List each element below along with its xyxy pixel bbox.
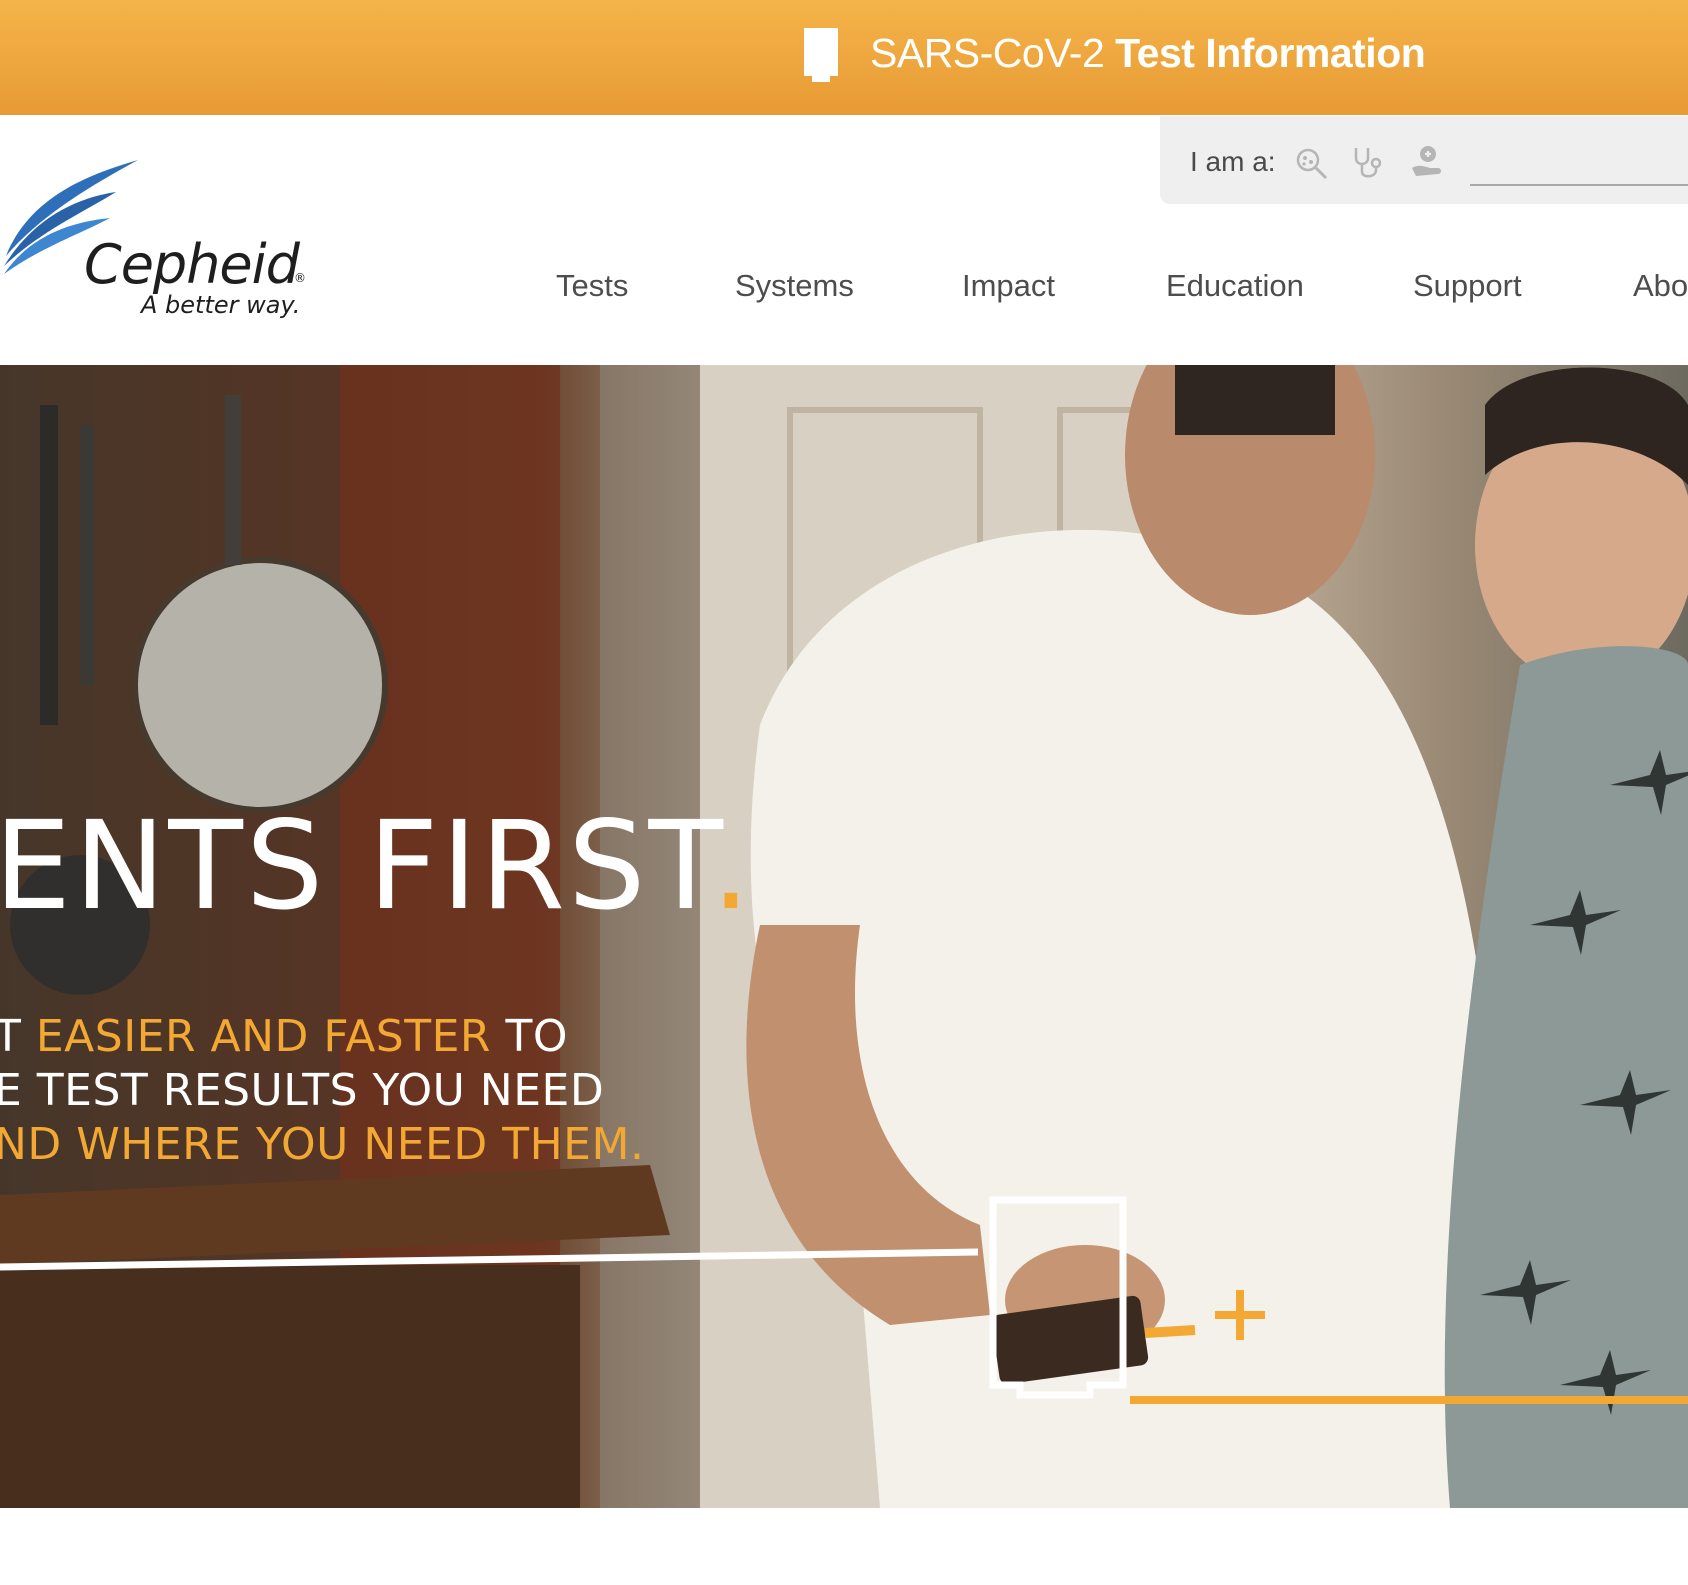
hero-line-2: E TEST RESULTS YOU NEED <box>0 1065 605 1116</box>
audience-underline <box>1470 184 1688 186</box>
banner-text[interactable]: SARS-CoV-2 Test Information <box>870 30 1426 77</box>
patient-icon[interactable] <box>1408 144 1446 182</box>
logo-name: Cepheid <box>84 233 300 296</box>
logo-tagline: A better way. <box>141 291 301 319</box>
hero-headline-dot: . <box>711 795 754 937</box>
nav-systems[interactable]: Systems <box>735 268 854 304</box>
hero-line-1a: T <box>0 1011 22 1062</box>
hero-headline-text: ENTS FIRST <box>0 795 712 937</box>
nav-impact[interactable]: Impact <box>962 268 1055 304</box>
hero-banner: ENTS FIRST. T EASIER AND FASTER TO E TES… <box>0 365 1688 1508</box>
hero-line-3: ND WHERE YOU NEED THEM. <box>0 1119 645 1170</box>
cepheid-logo[interactable]: Cepheid ® A better way. <box>0 156 320 326</box>
banner-bold: Test Information <box>1115 30 1426 76</box>
sars-cov-2-banner[interactable]: SARS-CoV-2 Test Information <box>0 0 1688 115</box>
nav-about[interactable]: Abo <box>1633 268 1688 304</box>
hero-line-1b: EASIER AND FASTER <box>35 1011 491 1062</box>
lab-professional-icon[interactable] <box>1292 144 1330 182</box>
clinician-stethoscope-icon[interactable] <box>1350 144 1388 182</box>
audience-label: I am a: <box>1190 146 1276 177</box>
test-cartridge-icon <box>804 28 838 82</box>
nav-tests[interactable]: Tests <box>556 268 628 304</box>
nav-education[interactable]: Education <box>1166 268 1304 304</box>
banner-prefix: SARS-CoV-2 <box>870 30 1116 76</box>
nav-support[interactable]: Support <box>1413 268 1522 304</box>
hero-line-1c: TO <box>490 1011 568 1062</box>
hero-headline: ENTS FIRST. <box>0 805 753 927</box>
hero-subheadline: T EASIER AND FASTER TO E TEST RESULTS YO… <box>0 1010 644 1172</box>
hero-line-1: T EASIER AND FASTER TO <box>0 1010 644 1064</box>
audience-selector: I am a: <box>1160 116 1688 204</box>
logo-registered-mark: ® <box>294 271 306 285</box>
